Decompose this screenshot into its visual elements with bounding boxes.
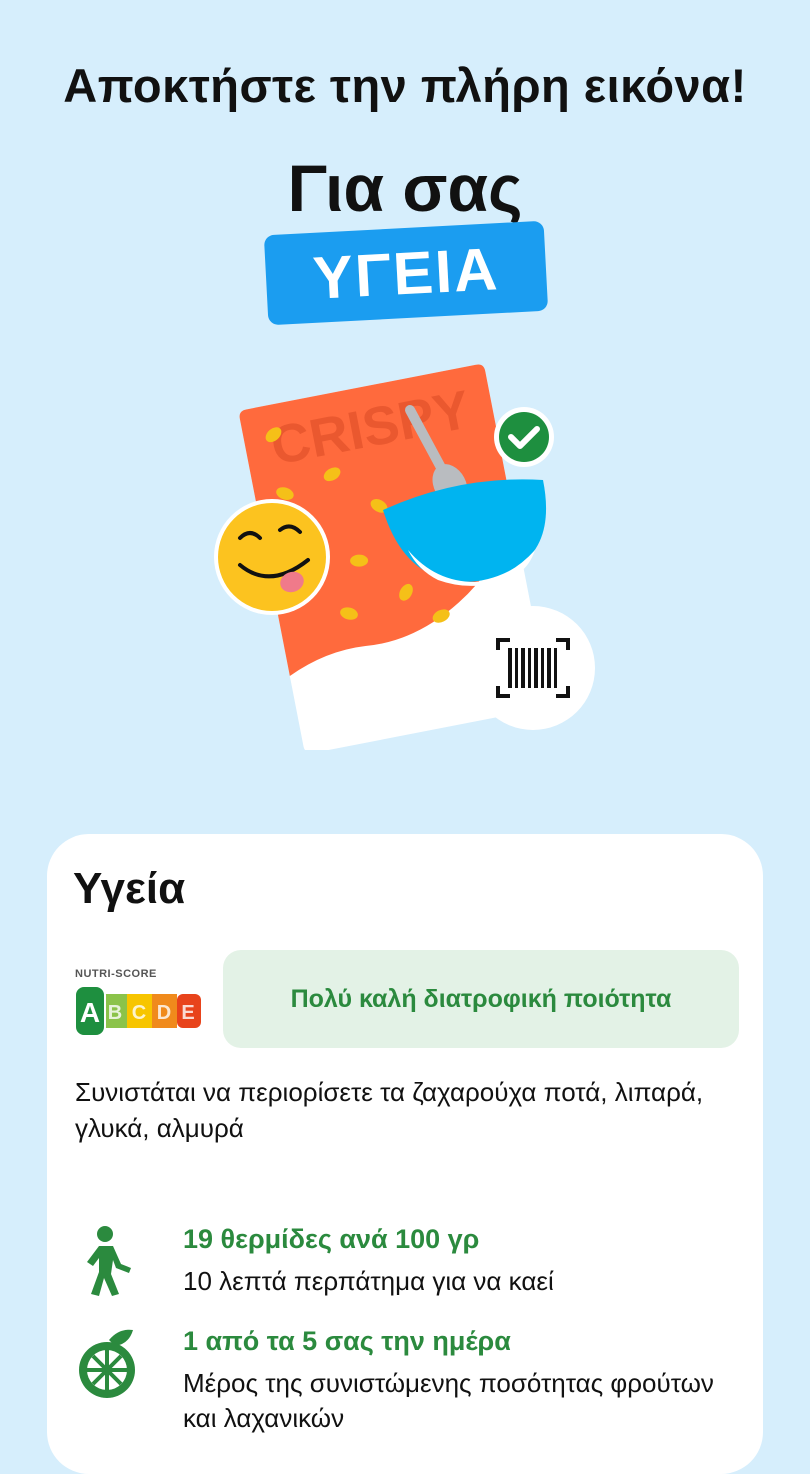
calories-fact-description: 10 λεπτά περπάτημα για να καεί xyxy=(183,1266,554,1296)
nutriscore-grade-e: E xyxy=(181,1002,194,1024)
nutriscore-grade-d: D xyxy=(157,1002,171,1024)
fruit-fact-description: Μέρος της συνιστώμενης ποσότητας φρούτων… xyxy=(183,1368,714,1433)
nutriscore-grade-a: A xyxy=(80,997,100,1028)
nutriscore-label: NUTRI-SCORE xyxy=(75,968,157,980)
recommendation-text: Συνιστάται να περιορίσετε τα ζαχαρούχα π… xyxy=(75,1077,704,1143)
fruit-fact-title: 1 από τα 5 σας την ημέρα xyxy=(183,1326,511,1356)
calories-fact-title: 19 θερμίδες ανά 100 γρ xyxy=(183,1224,480,1254)
health-card: Υγεία NUTRI-SCORE A B C D E Πολύ καλή δι… xyxy=(47,834,763,1474)
headline: Αποκτήστε την πλήρη εικόνα! xyxy=(63,59,747,112)
subheadline: Για σας xyxy=(287,151,523,225)
nutriscore-grade-c: C xyxy=(132,1002,146,1024)
product-illustration: CRISPY xyxy=(214,364,595,750)
nutriscore-logo: NUTRI-SCORE A B C D E xyxy=(75,968,205,1038)
nutrition-quality-pill: Πολύ καλή διατροφική ποιότητα xyxy=(223,950,739,1048)
barcode-scan-icon xyxy=(471,606,595,730)
health-badge: ΥΓΕΙΑ xyxy=(263,220,549,326)
fruit-slice-icon xyxy=(79,1329,135,1398)
nutriscore-grade-b: B xyxy=(108,1002,122,1024)
walking-person-icon xyxy=(87,1226,131,1296)
nutriscore-scale: A B C D E xyxy=(75,986,203,1036)
smiley-tongue-icon xyxy=(214,499,330,615)
card-title: Υγεία xyxy=(73,864,186,913)
check-circle-icon xyxy=(494,407,554,467)
